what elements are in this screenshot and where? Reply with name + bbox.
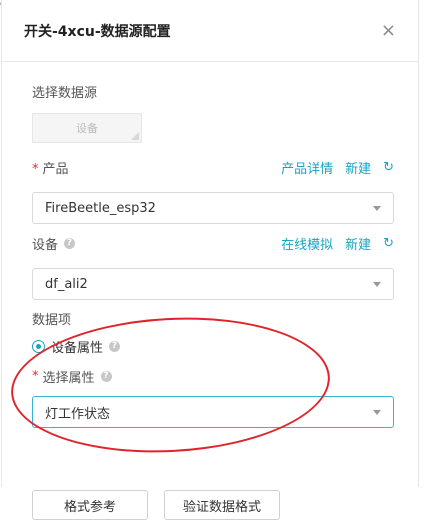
property-label-wrap: * 选择属性 ?	[32, 367, 112, 386]
data-source-label: 选择数据源	[32, 86, 98, 101]
close-icon[interactable]: ×	[381, 21, 396, 40]
product-refresh-icon[interactable]: ↻	[383, 160, 394, 175]
data-source-device-option[interactable]: 设备	[32, 113, 142, 143]
chevron-down-icon	[373, 409, 381, 415]
device-label: 设备	[32, 238, 59, 253]
dialog-header: 开关-4xcu-数据源配置 ×	[2, 0, 418, 62]
verify-data-format-button[interactable]: 验证数据格式	[164, 490, 280, 520]
device-select[interactable]: df_ali2	[32, 268, 394, 300]
required-mark: *	[32, 369, 39, 384]
action-buttons: 格式参考 验证数据格式	[32, 490, 280, 520]
product-label-row: * 产品 产品详情 新建 ↻	[32, 158, 394, 177]
device-links: 在线模拟 新建 ↻	[281, 234, 394, 253]
chevron-down-icon	[373, 281, 381, 287]
property-select[interactable]: 灯工作状态	[32, 396, 394, 428]
data-source-value: 设备	[76, 122, 98, 135]
data-item-section: 数据项 设备属性 ?	[32, 309, 394, 356]
device-new-link[interactable]: 新建	[345, 234, 371, 253]
data-source-label-row: 选择数据源	[32, 82, 394, 101]
data-item-label-row: 数据项	[32, 309, 394, 328]
product-new-link[interactable]: 新建	[345, 158, 371, 177]
datasource-config-dialog: 开关-4xcu-数据源配置 × 选择数据源 设备 * 产品 产品详情 新建 ↻ …	[1, 0, 419, 520]
property-label-row: * 选择属性 ?	[32, 367, 394, 386]
device-property-radio-label: 设备属性	[51, 341, 104, 356]
data-source-section: 选择数据源 设备	[32, 82, 394, 143]
device-section: 设备 ? 在线模拟 新建 ↻ df_ali2	[32, 234, 394, 300]
device-property-radio[interactable]: 设备属性 ?	[32, 337, 394, 356]
format-reference-button[interactable]: 格式参考	[32, 490, 148, 520]
product-selected-value: FireBeetle_esp32	[45, 200, 156, 216]
device-refresh-icon[interactable]: ↻	[383, 236, 394, 251]
property-label: 选择属性	[42, 371, 95, 386]
help-icon[interactable]: ?	[100, 371, 112, 382]
required-mark: *	[32, 162, 39, 177]
data-item-label: 数据项	[32, 313, 72, 328]
selected-corner-icon	[131, 132, 139, 140]
device-label-row: 设备 ? 在线模拟 新建 ↻	[32, 234, 394, 253]
product-label-wrap: * 产品	[32, 158, 69, 177]
device-selected-value: df_ali2	[45, 276, 88, 292]
help-icon[interactable]: ?	[109, 341, 121, 352]
property-section: * 选择属性 ? 灯工作状态	[32, 367, 394, 428]
online-simulation-link[interactable]: 在线模拟	[281, 234, 333, 253]
help-icon[interactable]: ?	[64, 238, 76, 249]
product-label: 产品	[42, 162, 69, 177]
radio-selected-icon	[32, 340, 45, 353]
dialog-title: 开关-4xcu-数据源配置	[24, 23, 171, 40]
product-select[interactable]: FireBeetle_esp32	[32, 192, 394, 224]
product-links: 产品详情 新建 ↻	[281, 158, 394, 177]
device-label-wrap: 设备 ?	[32, 234, 76, 253]
product-detail-link[interactable]: 产品详情	[281, 158, 333, 177]
property-selected-value: 灯工作状态	[45, 406, 111, 422]
product-section: * 产品 产品详情 新建 ↻ FireBeetle_esp32	[32, 158, 394, 224]
chevron-down-icon	[373, 205, 381, 211]
